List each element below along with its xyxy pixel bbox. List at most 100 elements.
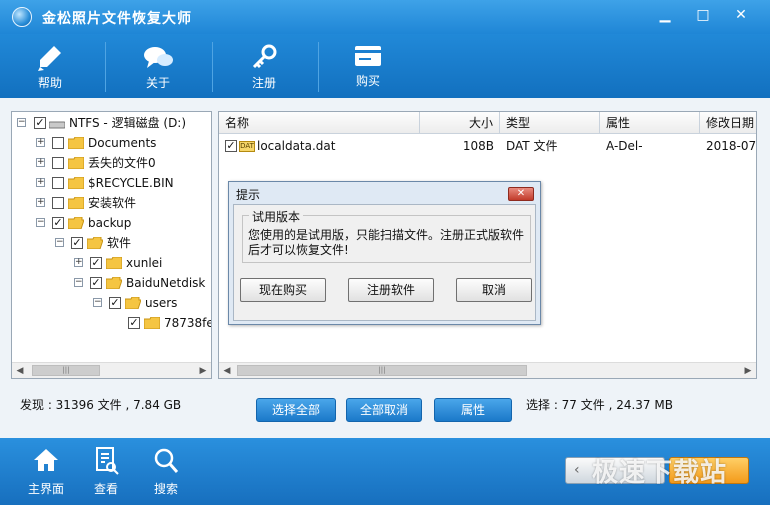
trial-dialog: 提示 ✕ 试用版本 您使用的是试用版，只能扫描文件。注册正式版软件后才可以恢复文… xyxy=(228,181,541,325)
folder-open-icon xyxy=(125,297,141,309)
nav-view[interactable]: 查看 xyxy=(76,438,136,505)
trial-groupbox: 试用版本 您使用的是试用版，只能扫描文件。注册正式版软件后才可以恢复文件! xyxy=(242,208,531,263)
dat-file-icon: DAT xyxy=(239,141,255,152)
register-software-button[interactable]: 注册软件 xyxy=(348,278,434,302)
dialog-close-button[interactable]: ✕ xyxy=(508,187,534,201)
checkbox[interactable]: ✓ xyxy=(128,317,140,329)
nav-home[interactable]: 主界面 xyxy=(16,438,76,505)
buy-button[interactable]: 购买 xyxy=(318,34,418,98)
scroll-thumb[interactable]: ||| xyxy=(32,365,100,376)
select-all-button[interactable]: 选择全部 xyxy=(256,398,336,422)
scroll-left-icon[interactable]: ◀ xyxy=(12,363,28,378)
checkbox[interactable]: ✓ xyxy=(71,237,83,249)
nav-search-label: 搜索 xyxy=(153,482,178,496)
tree-label: backup xyxy=(88,216,132,230)
folder-tree[interactable]: − ✓ NTFS - 逻辑磁盘 (D:) + Documents + 丢失的文件… xyxy=(11,111,212,379)
column-header-date[interactable]: 修改日期 xyxy=(700,112,756,134)
column-header-size[interactable]: 大小 xyxy=(420,112,500,134)
checkbox[interactable]: ✓ xyxy=(90,257,102,269)
tree-item-baidunetdisk[interactable]: − ✓ BaiduNetdisk xyxy=(12,273,211,293)
scroll-right-icon[interactable]: ▶ xyxy=(740,363,756,378)
expand-icon[interactable]: + xyxy=(74,258,83,267)
checkbox[interactable]: ✓ xyxy=(109,297,121,309)
cancel-button[interactable]: 取消 xyxy=(456,278,532,302)
column-header-attr[interactable]: 属性 xyxy=(600,112,700,134)
properties-button[interactable]: 属性 xyxy=(434,398,512,422)
tree-item-78738fe[interactable]: ✓ 78738fe xyxy=(12,313,211,333)
collapse-icon[interactable]: − xyxy=(17,118,26,127)
dialog-message: 您使用的是试用版，只能扫描文件。注册正式版软件后才可以恢复文件! xyxy=(248,228,525,257)
tree-label: users xyxy=(145,296,178,310)
dialog-body: 试用版本 您使用的是试用版，只能扫描文件。注册正式版软件后才可以恢复文件! 现在… xyxy=(233,204,536,321)
found-status: 发现 : 31396 文件 , 7.84 GB xyxy=(20,398,182,412)
tree-item-software[interactable]: − ✓ 软件 xyxy=(12,233,211,253)
tree-item-lost-files[interactable]: + 丢失的文件0 xyxy=(12,153,211,173)
register-button[interactable]: 注册 xyxy=(214,34,314,98)
tree-label: xunlei xyxy=(126,256,163,270)
group-title: 试用版本 xyxy=(249,208,304,225)
folder-icon xyxy=(144,317,160,329)
tree-label: $RECYCLE.BIN xyxy=(88,176,174,190)
tree-item-users[interactable]: − ✓ users xyxy=(12,293,211,313)
checkbox[interactable] xyxy=(52,197,64,209)
tree-label: Documents xyxy=(88,136,157,150)
file-attr: A-Del- xyxy=(606,139,643,153)
title-bar: 金松照片文件恢复大师 ▁ □ ✕ xyxy=(0,0,770,34)
expand-icon[interactable]: + xyxy=(36,158,45,167)
tree-item-xunlei[interactable]: + ✓ xunlei xyxy=(12,253,211,273)
pen-icon xyxy=(38,46,61,71)
help-button[interactable]: 帮助 xyxy=(0,34,100,98)
scroll-left-icon[interactable]: ◀ xyxy=(219,363,235,378)
expand-icon[interactable]: + xyxy=(36,198,45,207)
checkbox[interactable] xyxy=(52,177,64,189)
tree-label: 丢失的文件0 xyxy=(88,156,156,170)
disk-icon xyxy=(49,121,65,129)
about-button[interactable]: 关于 xyxy=(108,34,208,98)
register-label: 注册 xyxy=(251,76,276,90)
folder-icon xyxy=(68,157,84,169)
scroll-thumb[interactable]: ||| xyxy=(237,365,527,376)
close-button[interactable]: ✕ xyxy=(730,6,752,24)
column-header-name[interactable]: 名称 xyxy=(219,112,420,134)
tree-item-root[interactable]: − ✓ NTFS - 逻辑磁盘 (D:) xyxy=(12,113,211,133)
checkbox[interactable]: ✓ xyxy=(34,117,46,129)
checkbox[interactable]: ✓ xyxy=(52,217,64,229)
checkbox[interactable]: ✓ xyxy=(225,140,237,152)
checkbox[interactable] xyxy=(52,137,64,149)
collapse-icon[interactable]: − xyxy=(36,218,45,227)
nav-search[interactable]: 搜索 xyxy=(136,438,196,505)
list-horizontal-scrollbar[interactable]: ◀ ||| ▶ xyxy=(219,362,756,378)
folder-open-icon xyxy=(106,277,122,289)
tree-item-documents[interactable]: + Documents xyxy=(12,133,211,153)
collapse-icon[interactable]: − xyxy=(93,298,102,307)
folder-open-icon xyxy=(68,217,84,229)
key-icon xyxy=(252,44,277,69)
buy-now-button[interactable]: 现在购买 xyxy=(240,278,326,302)
scroll-right-icon[interactable]: ▶ xyxy=(195,363,211,378)
column-header-type[interactable]: 类型 xyxy=(500,112,600,134)
file-type: DAT 文件 xyxy=(506,139,558,153)
minimize-button[interactable]: ▁ xyxy=(654,6,676,24)
checkbox[interactable]: ✓ xyxy=(90,277,102,289)
buy-label: 购买 xyxy=(355,74,380,88)
tree-label: NTFS - 逻辑磁盘 (D:) xyxy=(69,116,187,130)
folder-icon xyxy=(68,177,84,189)
toolbar-divider xyxy=(105,42,106,92)
tree-item-recycle-bin[interactable]: + $RECYCLE.BIN xyxy=(12,173,211,193)
collapse-icon[interactable]: − xyxy=(55,238,64,247)
tree-item-install-software[interactable]: + 安装软件 xyxy=(12,193,211,213)
tree-horizontal-scrollbar[interactable]: ◀ ||| ▶ xyxy=(12,362,211,378)
checkbox[interactable] xyxy=(52,157,64,169)
tree-item-backup[interactable]: − ✓ backup xyxy=(12,213,211,233)
tree-label: 软件 xyxy=(107,236,132,250)
expand-icon[interactable]: + xyxy=(36,178,45,187)
maximize-button[interactable]: □ xyxy=(692,6,714,24)
file-date: 2018-07- xyxy=(706,139,757,153)
collapse-icon[interactable]: − xyxy=(74,278,83,287)
deselect-all-button[interactable]: 全部取消 xyxy=(346,398,422,422)
folder-icon xyxy=(106,257,122,269)
folder-icon xyxy=(68,197,84,209)
expand-icon[interactable]: + xyxy=(36,138,45,147)
file-name: localdata.dat xyxy=(257,139,336,153)
tree-label: 安装软件 xyxy=(88,196,137,210)
